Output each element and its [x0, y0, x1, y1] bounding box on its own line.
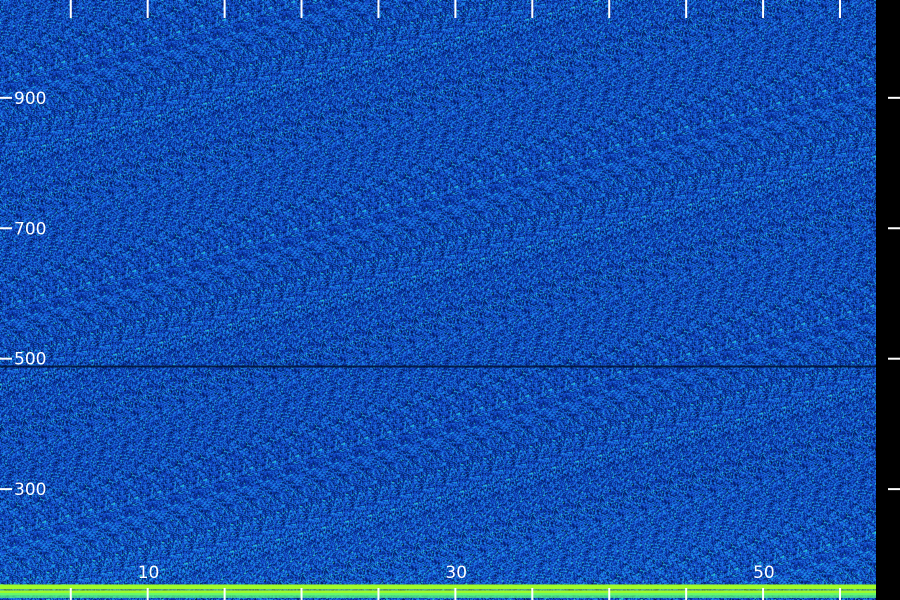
right-border-strip: [876, 0, 900, 600]
y-tick-label: 900: [14, 89, 46, 109]
spectrogram-plot: 900 700 500 300 10 30 50: [0, 0, 900, 600]
dark-line-3: [0, 365, 876, 368]
horizontal-band-2: [0, 592, 876, 598]
x-tick-label: 30: [445, 563, 467, 583]
y-tick-label: 700: [14, 219, 46, 239]
horizontal-band-0: [0, 584, 876, 590]
x-tick-label: 10: [138, 563, 160, 583]
spectrogram-noise: [0, 0, 876, 600]
spectrogram-canvas: 900 700 500 300 10 30 50: [0, 0, 900, 600]
noise-raster: [0, 0, 876, 600]
x-tick-label: 50: [753, 563, 775, 583]
y-tick-label: 300: [14, 480, 46, 500]
y-tick-label: 500: [14, 350, 46, 370]
